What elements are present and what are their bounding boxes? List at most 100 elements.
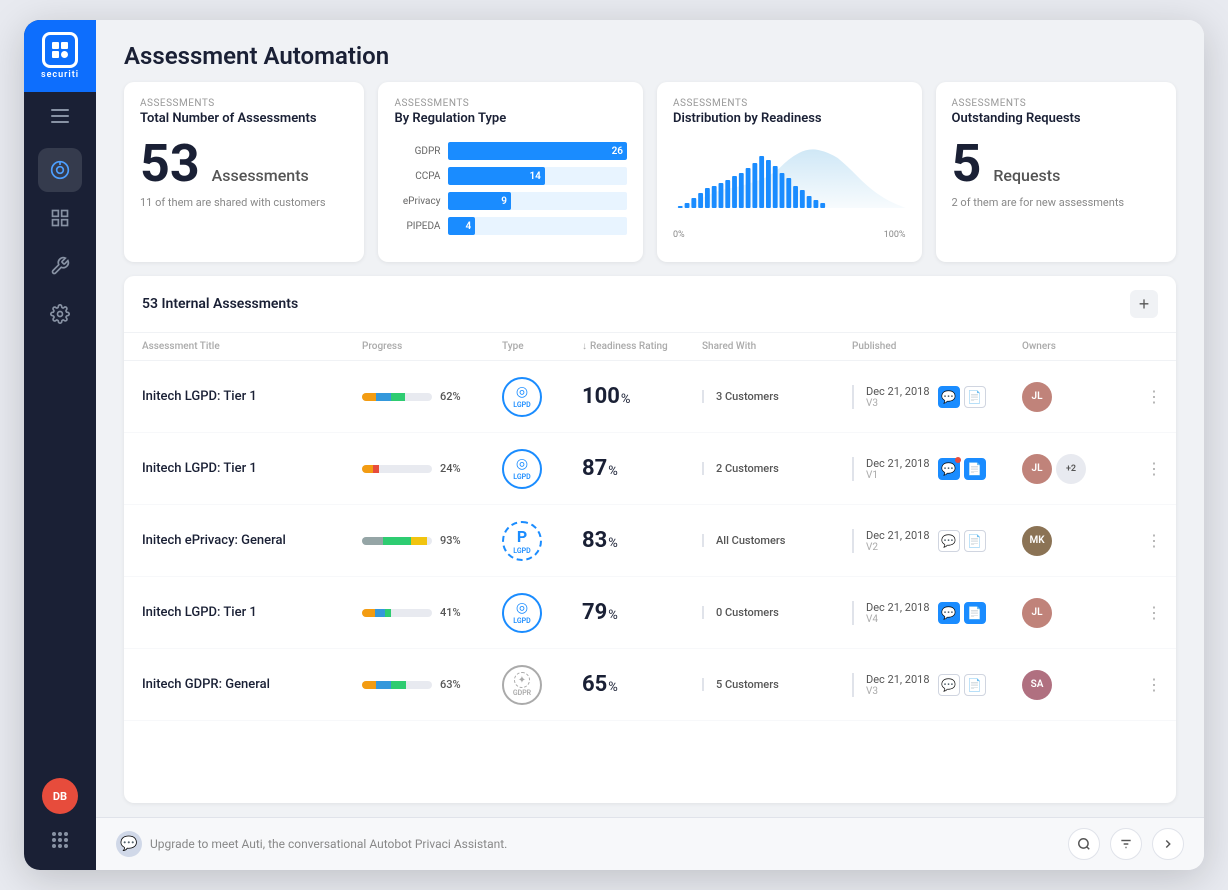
- pub-chat-icon[interactable]: 💬: [938, 530, 960, 552]
- assessment-title: Initech LGPD: Tier 1: [142, 461, 362, 476]
- pub-date: Dec 21, 2018: [866, 529, 930, 542]
- column-headers: Assessment Title Progress Type ↓ Readine…: [124, 333, 1176, 361]
- app-logo[interactable]: securiti: [24, 20, 96, 92]
- app-shell: securiti: [24, 20, 1204, 870]
- type-badge: ✦ GDPR: [502, 665, 542, 705]
- progress-cell: 41%: [362, 606, 502, 619]
- readiness-number: 100: [582, 384, 620, 409]
- owner-avatar: SA: [1022, 670, 1052, 700]
- pub-version: V2: [866, 542, 930, 553]
- owners-cell: MK: [1022, 526, 1142, 556]
- more-button[interactable]: ⋮: [1142, 601, 1166, 625]
- type-badge: ◎ LGPD: [502, 377, 542, 417]
- pub-chat-icon[interactable]: 💬: [938, 674, 960, 696]
- progress-segments: [362, 537, 432, 545]
- shared-count: 2 Customers: [716, 462, 779, 475]
- top-header: Assessment Automation: [96, 20, 1204, 82]
- user-avatar[interactable]: DB: [42, 778, 78, 814]
- sidebar-item-settings[interactable]: [38, 292, 82, 336]
- progress-cell: 24%: [362, 462, 502, 475]
- row-actions[interactable]: ⋮: [1142, 673, 1176, 697]
- progress-segments: [362, 609, 432, 617]
- owner-avatar: JL: [1022, 598, 1052, 628]
- shared-cell: 0 Customers: [702, 606, 852, 619]
- published-cell: Dec 21, 2018 V1 💬 📄: [852, 457, 1022, 481]
- readiness-number: 65: [582, 672, 607, 697]
- pub-icons: 💬 📄: [938, 674, 986, 696]
- bar-value-ccpa: 14: [529, 171, 540, 182]
- owners-cell: JL +2: [1022, 454, 1142, 484]
- pub-date-version: Dec 21, 2018 V4: [866, 601, 930, 625]
- bottom-bar: 💬 Upgrade to meet Auti, the conversation…: [96, 817, 1204, 870]
- progress-pct: 41%: [440, 606, 461, 619]
- bar-row-eprivacy: ePrivacy 9: [394, 192, 627, 210]
- readiness-unit: %: [608, 464, 618, 479]
- pub-chat-icon[interactable]: 💬: [938, 458, 960, 480]
- pub-icons: 💬 📄: [938, 530, 986, 552]
- bar-label-eprivacy: ePrivacy: [394, 196, 440, 207]
- row-actions[interactable]: ⋮: [1142, 385, 1176, 409]
- sidebar-item-radar[interactable]: [38, 148, 82, 192]
- stat-card-regulation: Assessments By Regulation Type GDPR 26 C…: [378, 82, 643, 262]
- owners-cell: JL: [1022, 598, 1142, 628]
- progress-pct: 63%: [440, 678, 461, 691]
- shared-count: 5 Customers: [716, 678, 779, 691]
- owner-avatar: MK: [1022, 526, 1052, 556]
- navigate-button[interactable]: [1152, 828, 1184, 860]
- bar-label-ccpa: CCPA: [394, 171, 440, 182]
- sidebar-nav: [38, 140, 82, 766]
- more-button[interactable]: ⋮: [1142, 529, 1166, 553]
- stat-note-total: 11 of them are shared with customers: [140, 196, 348, 209]
- row-actions[interactable]: ⋮: [1142, 457, 1176, 481]
- published-cell: Dec 21, 2018 V2 💬 📄: [852, 529, 1022, 553]
- card-category-total: Assessments: [140, 98, 348, 109]
- progress-cell: 62%: [362, 390, 502, 403]
- pub-file-icon[interactable]: 📄: [964, 674, 986, 696]
- readiness-cell: 65 %: [582, 672, 702, 697]
- progress-pct: 24%: [440, 462, 461, 475]
- sidebar-item-tools[interactable]: [38, 244, 82, 288]
- progress-bar: [362, 681, 432, 689]
- pub-chat-icon[interactable]: 💬: [938, 386, 960, 408]
- menu-toggle[interactable]: [24, 92, 96, 140]
- filter-button[interactable]: [1110, 828, 1142, 860]
- pub-file-icon[interactable]: 📄: [964, 386, 986, 408]
- pub-file-icon[interactable]: 📄: [964, 530, 986, 552]
- sidebar: securiti: [24, 20, 96, 870]
- stat-note-out: 2 of them are for new assessments: [952, 196, 1160, 209]
- table-title: 53 Internal Assessments: [142, 296, 298, 312]
- owner-avatar: JL: [1022, 454, 1052, 484]
- row-actions[interactable]: ⋮: [1142, 601, 1176, 625]
- readiness-unit: %: [608, 608, 618, 623]
- type-badge: P LGPD: [502, 521, 542, 561]
- pub-version: V4: [866, 614, 930, 625]
- bar-value-gdpr: 26: [612, 146, 623, 157]
- pub-file-icon[interactable]: 📄: [964, 602, 986, 624]
- add-assessment-button[interactable]: +: [1130, 290, 1158, 318]
- pub-file-icon[interactable]: 📄: [964, 458, 986, 480]
- sidebar-item-dashboard[interactable]: [38, 196, 82, 240]
- search-button[interactable]: [1068, 828, 1100, 860]
- stat-card-distribution: Assessments Distribution by Readiness: [657, 82, 922, 262]
- logo-text: securiti: [41, 70, 79, 80]
- more-button[interactable]: ⋮: [1142, 457, 1166, 481]
- table-rows: Initech LGPD: Tier 1 62% ◎ LGPD 100 % 3 …: [124, 361, 1176, 803]
- row-actions[interactable]: ⋮: [1142, 529, 1176, 553]
- more-button[interactable]: ⋮: [1142, 385, 1166, 409]
- col-header-readiness[interactable]: ↓ Readiness Rating: [582, 341, 702, 352]
- stat-number-total: 53: [140, 138, 200, 190]
- more-button[interactable]: ⋮: [1142, 673, 1166, 697]
- bar-label-pipeda: PIPEDA: [394, 221, 440, 232]
- readiness-number: 87: [582, 456, 607, 481]
- shared-cell: All Customers: [702, 534, 852, 547]
- progress-bar: [362, 537, 432, 545]
- chat-hint: 💬 Upgrade to meet Auti, the conversation…: [116, 831, 507, 857]
- readiness-unit: %: [608, 536, 618, 551]
- pub-version: V1: [866, 470, 930, 481]
- grid-icon[interactable]: [42, 822, 78, 858]
- published-cell: Dec 21, 2018 V4 💬 📄: [852, 601, 1022, 625]
- main-content: Assessment Automation Assessments Total …: [96, 20, 1204, 870]
- assessment-title: Initech LGPD: Tier 1: [142, 389, 362, 404]
- pub-chat-icon[interactable]: 💬: [938, 602, 960, 624]
- pub-date-version: Dec 21, 2018 V2: [866, 529, 930, 553]
